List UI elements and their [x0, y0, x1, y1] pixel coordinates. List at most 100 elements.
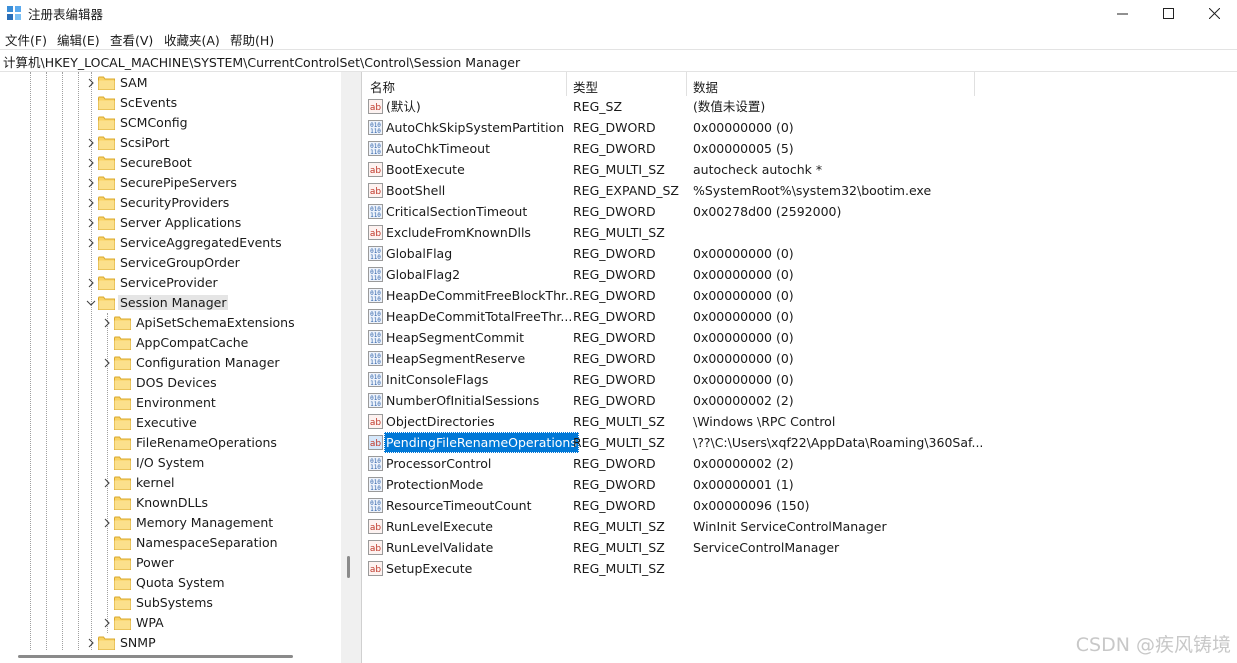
tree-node-label[interactable]: SubSystems	[134, 595, 215, 610]
tree-vertical-scrollbar[interactable]	[341, 72, 361, 663]
tree-node-label[interactable]: ServiceGroupOrder	[118, 255, 242, 270]
value-name[interactable]: GlobalFlag2	[384, 264, 462, 285]
tree-node[interactable]: DOS Devices	[0, 373, 341, 393]
value-name[interactable]: RunLevelValidate	[384, 537, 495, 558]
chevron-right-icon[interactable]	[102, 518, 112, 528]
scrollbar-thumb[interactable]	[347, 556, 350, 578]
tree-node[interactable]: FileRenameOperations	[0, 433, 341, 453]
tree-node[interactable]: AppCompatCache	[0, 333, 341, 353]
tree-node-label[interactable]: Configuration Manager	[134, 355, 282, 370]
tree-node-label[interactable]: AppCompatCache	[134, 335, 250, 350]
tree-node[interactable]: SecurePipeServers	[0, 173, 341, 193]
value-row[interactable]: 010 110 InitConsoleFlags REG_DWORD 0x0000000…	[362, 369, 1237, 390]
tree-node-label[interactable]: Power	[134, 555, 176, 570]
registry-tree[interactable]: SAM ScEvents SCMConfig ScsiPort SecureBoot Se…	[0, 72, 341, 650]
value-row[interactable]: 010 110 CriticalSectionTimeout REG_DWORD 0x0…	[362, 201, 1237, 222]
tree-node[interactable]: Quota System	[0, 573, 341, 593]
value-row[interactable]: 010 110 HeapDeCommitTotalFreeThr... REG_DWO…	[362, 306, 1237, 327]
value-name[interactable]: CriticalSectionTimeout	[384, 201, 529, 222]
tree-node-label[interactable]: SAM	[118, 75, 150, 90]
value-row[interactable]: 010 110 NumberOfInitialSessions REG_DWORD 0x…	[362, 390, 1237, 411]
value-row[interactable]: ab RunLevelValidate REG_MULTI_SZ ServiceCon…	[362, 537, 1237, 558]
value-row[interactable]: 010 110 GlobalFlag REG_DWORD 0x00000000 (0)	[362, 243, 1237, 264]
address-bar[interactable]: 计算机\HKEY_LOCAL_MACHINE\SYSTEM\CurrentCon…	[0, 49, 1237, 72]
tree-node[interactable]: ApiSetSchemaExtensions	[0, 313, 341, 333]
tree-node[interactable]: WPA	[0, 613, 341, 633]
value-name[interactable]: HeapDeCommitFreeBlockThr...	[384, 285, 579, 306]
column-data-header[interactable]: 数据	[693, 77, 718, 96]
tree-node-label[interactable]: Executive	[134, 415, 199, 430]
value-row[interactable]: ab ExcludeFromKnownDlls REG_MULTI_SZ	[362, 222, 1237, 243]
chevron-right-icon[interactable]	[86, 278, 96, 288]
close-button[interactable]	[1191, 0, 1237, 26]
tree-node-label[interactable]: SecureBoot	[118, 155, 194, 170]
value-name[interactable]: InitConsoleFlags	[384, 369, 490, 390]
tree-node[interactable]: Memory Management	[0, 513, 341, 533]
chevron-right-icon[interactable]	[86, 198, 96, 208]
chevron-right-icon[interactable]	[86, 638, 96, 648]
value-name[interactable]: HeapSegmentReserve	[384, 348, 527, 369]
value-name[interactable]: PendingFileRenameOperations	[384, 432, 579, 453]
value-row[interactable]: 010 110 ResourceTimeoutCount REG_DWORD 0x000…	[362, 495, 1237, 516]
tree-node-label[interactable]: ServiceAggregatedEvents	[118, 235, 284, 250]
chevron-right-icon[interactable]	[86, 178, 96, 188]
tree-node[interactable]: Executive	[0, 413, 341, 433]
chevron-right-icon[interactable]	[102, 318, 112, 328]
tree-node-label[interactable]: SecurityProviders	[118, 195, 231, 210]
chevron-right-icon[interactable]	[86, 218, 96, 228]
tree-node-label[interactable]: ServiceProvider	[118, 275, 220, 290]
tree-node-label[interactable]: NamespaceSeparation	[134, 535, 280, 550]
tree-node[interactable]: ServiceProvider	[0, 273, 341, 293]
column-separator[interactable]	[974, 72, 975, 96]
tree-node[interactable]: Power	[0, 553, 341, 573]
chevron-right-icon[interactable]	[86, 158, 96, 168]
minimize-button[interactable]	[1099, 0, 1145, 26]
tree-node-label[interactable]: kernel	[134, 475, 177, 490]
value-name[interactable]: HeapDeCommitTotalFreeThr...	[384, 306, 574, 327]
tree-node-label[interactable]: Server Applications	[118, 215, 243, 230]
value-name[interactable]: AutoChkSkipSystemPartition	[384, 117, 566, 138]
tree-node[interactable]: ServiceGroupOrder	[0, 253, 341, 273]
tree-node[interactable]: kernel	[0, 473, 341, 493]
tree-node[interactable]: ServiceAggregatedEvents	[0, 233, 341, 253]
tree-node[interactable]: I/O System	[0, 453, 341, 473]
value-name[interactable]: (默认)	[384, 96, 423, 117]
menu-view[interactable]: 查看(V)	[110, 30, 153, 49]
tree-node-label[interactable]: Session Manager	[118, 295, 229, 310]
value-row[interactable]: ab BootExecute REG_MULTI_SZ autocheck autoc…	[362, 159, 1237, 180]
tree-node-label[interactable]: SCMConfig	[118, 115, 190, 130]
tree-node[interactable]: ScEvents	[0, 93, 341, 113]
value-row[interactable]: 010 110 HeapSegmentReserve REG_DWORD 0x00000…	[362, 348, 1237, 369]
tree-node-label[interactable]: SNMP	[118, 635, 158, 650]
tree-node-label[interactable]: WPA	[134, 615, 166, 630]
value-row[interactable]: ab ObjectDirectories REG_MULTI_SZ \Windows …	[362, 411, 1237, 432]
tree-node[interactable]: Configuration Manager	[0, 353, 341, 373]
menu-edit[interactable]: 编辑(E)	[57, 30, 100, 49]
value-name[interactable]: ProtectionMode	[384, 474, 485, 495]
tree-node[interactable]: SecureBoot	[0, 153, 341, 173]
value-row[interactable]: ab SetupExecute REG_MULTI_SZ	[362, 558, 1237, 579]
value-row[interactable]: 010 110 ProtectionMode REG_DWORD 0x00000001 …	[362, 474, 1237, 495]
tree-node-label[interactable]: ScsiPort	[118, 135, 172, 150]
value-row[interactable]: ab BootShell REG_EXPAND_SZ %SystemRoot%\sys…	[362, 180, 1237, 201]
value-name[interactable]: SetupExecute	[384, 558, 474, 579]
tree-node[interactable]: Server Applications	[0, 213, 341, 233]
menu-help[interactable]: 帮助(H)	[230, 30, 274, 49]
chevron-right-icon[interactable]	[86, 78, 96, 88]
column-name-header[interactable]: 名称	[370, 77, 395, 96]
chevron-right-icon[interactable]	[102, 618, 112, 628]
tree-node-label[interactable]: SecurePipeServers	[118, 175, 239, 190]
tree-node-label[interactable]: Environment	[134, 395, 218, 410]
tree-node[interactable]: SecurityProviders	[0, 193, 341, 213]
tree-node[interactable]: SubSystems	[0, 593, 341, 613]
horizontal-scrollbar-thumb[interactable]	[18, 655, 293, 658]
chevron-right-icon[interactable]	[86, 138, 96, 148]
column-separator[interactable]	[686, 72, 687, 96]
value-name[interactable]: BootShell	[384, 180, 447, 201]
tree-node[interactable]: Session Manager	[0, 293, 341, 313]
menu-favorites[interactable]: 收藏夹(A)	[164, 30, 220, 49]
value-row[interactable]: 010 110 ProcessorControl REG_DWORD 0x0000000…	[362, 453, 1237, 474]
menu-file[interactable]: 文件(F)	[5, 30, 47, 49]
value-row[interactable]: ab PendingFileRenameOperations REG_MULTI_S…	[362, 432, 1237, 453]
maximize-button[interactable]	[1145, 0, 1191, 26]
